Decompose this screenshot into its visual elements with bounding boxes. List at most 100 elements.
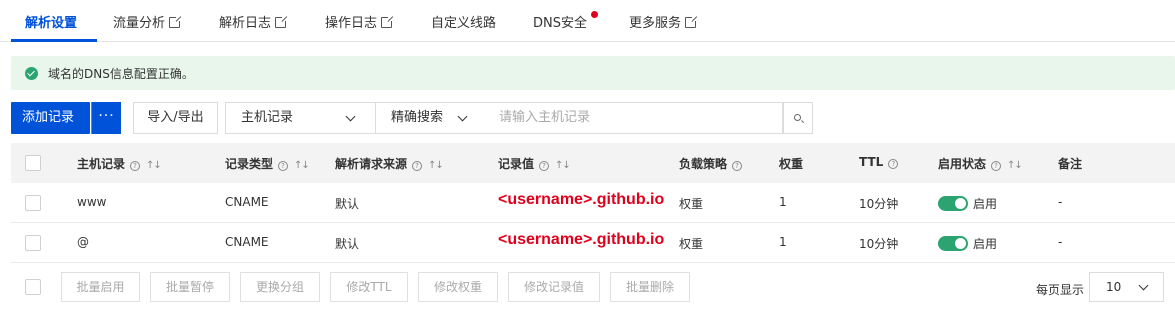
external-link-icon [381,15,395,28]
status-toggle[interactable] [938,236,968,251]
column-label: 备注 [1058,157,1083,171]
host-cell: www [77,195,107,209]
add-record-button[interactable]: 添加记录 [11,102,90,134]
modify-weight-button[interactable]: 修改权重 [418,272,498,302]
column-label: 记录类型 [225,157,274,171]
modify-ttl-button[interactable]: 修改TTL [330,272,408,302]
column-label: TTL [859,155,884,169]
match-mode-select[interactable]: 精确搜索 [375,102,486,134]
column-ttl: TTL? [859,155,899,169]
tab-dns-security[interactable]: DNS安全 [533,12,587,42]
note-cell: - [1058,235,1063,249]
footer-select-all-checkbox[interactable] [25,279,41,295]
sort-icon[interactable]: ↑↓ [1007,160,1023,171]
ttl-cell: 10分钟 [859,197,899,211]
column-strategy: 负载策略? [679,155,743,172]
active-tab-indicator [11,39,97,42]
notification-dot [591,11,598,18]
search-field-select[interactable]: 主机记录 [225,102,376,134]
check-circle-icon [25,67,38,80]
help-icon[interactable]: ? [732,161,743,171]
row-checkbox[interactable] [25,195,41,211]
search-icon [794,114,801,121]
tab-label: 流量分析 [113,16,166,31]
table-header: 主机记录? ↑↓ 记录类型? ↑↓ 解析请求来源? ↑↓ 记录值? ↑↓ 负载策略? 权… [11,143,1175,183]
type-cell: CNAME [225,195,269,209]
banner-message: 域名的DNS信息配置正确。 [48,67,194,81]
column-label: 负载策略 [679,157,728,171]
chevron-down-icon [457,111,468,122]
source-cell: 默认 [335,237,360,251]
note-cell: - [1058,195,1063,209]
help-icon[interactable]: ? [991,161,1002,171]
column-label: 主机记录 [77,157,126,171]
status-toggle[interactable] [938,196,968,211]
column-type[interactable]: 记录类型? ↑↓ [225,155,310,172]
column-host[interactable]: 主机记录? ↑↓ [77,155,162,172]
table-row: www CNAME 默认 <username>.github.io 权重 1 1… [11,183,1175,223]
help-icon[interactable]: ? [130,161,141,171]
tab-operation-logs[interactable]: 操作日志 [325,12,395,42]
external-link-icon [275,15,289,28]
more-actions-button[interactable]: ··· [91,102,121,134]
weight-cell: 1 [779,195,787,209]
ttl-cell: 10分钟 [859,237,899,251]
tab-more-services[interactable]: 更多服务 [629,12,699,42]
column-weight: 权重 [779,155,803,172]
help-icon[interactable]: ? [888,159,899,169]
column-label: 启用状态 [938,157,987,171]
tab-label: 操作日志 [325,16,378,31]
column-value[interactable]: 记录值? ↑↓ [498,155,571,172]
sort-icon[interactable]: ↑↓ [146,160,162,171]
column-status[interactable]: 启用状态? ↑↓ [938,155,1023,172]
weight-cell: 1 [779,235,787,249]
import-export-button[interactable]: 导入/导出 [133,102,218,134]
source-cell: 默认 [335,197,360,211]
tab-label: 更多服务 [629,16,682,31]
page-size-select[interactable]: 10 [1089,272,1164,302]
help-icon[interactable]: ? [412,161,423,171]
success-banner: 域名的DNS信息配置正确。 [11,56,1175,90]
chevron-down-icon [1138,280,1149,291]
sort-icon[interactable]: ↑↓ [428,160,444,171]
column-source[interactable]: 解析请求来源? ↑↓ [335,155,444,172]
select-all-checkbox[interactable] [25,155,41,171]
sort-icon[interactable]: ↑↓ [555,160,571,171]
tab-label: 自定义线路 [431,16,497,31]
strategy-cell: 权重 [679,197,704,211]
batch-enable-button[interactable]: 批量启用 [61,272,140,302]
value-cell: <username>.github.io [498,191,665,208]
change-group-button[interactable]: 更换分组 [240,272,320,302]
batch-delete-button[interactable]: 批量删除 [610,272,690,302]
tab-traffic-analysis[interactable]: 流量分析 [113,12,183,42]
host-cell: @ [77,235,89,249]
tab-dns-settings[interactable]: 解析设置 [25,12,77,42]
search-input[interactable]: 请输入主机记录 [485,102,783,134]
page-size-label: 每页显示 [1036,283,1085,297]
row-checkbox[interactable] [25,235,41,251]
match-mode-value: 精确搜索 [391,110,444,125]
column-label: 解析请求来源 [335,157,408,171]
tab-label: 解析日志 [219,16,272,31]
tab-resolve-logs[interactable]: 解析日志 [219,12,289,42]
help-icon[interactable]: ? [539,161,550,171]
batch-pause-button[interactable]: 批量暂停 [150,272,230,302]
search-button[interactable] [783,102,813,134]
modify-value-button[interactable]: 修改记录值 [508,272,600,302]
type-cell: CNAME [225,235,269,249]
external-link-icon [685,15,699,28]
column-note: 备注 [1058,155,1082,172]
status-label: 启用 [973,197,998,211]
search-field-value: 主机记录 [241,110,294,125]
page-size-value: 10 [1106,280,1122,294]
status-label: 启用 [973,237,998,251]
tab-label: DNS安全 [533,16,587,31]
table-row: @ CNAME 默认 <username>.github.io 权重 1 10分… [11,223,1175,263]
strategy-cell: 权重 [679,237,704,251]
chevron-down-icon [345,111,356,122]
help-icon[interactable]: ? [278,161,289,171]
column-label: 权重 [779,157,804,171]
tab-custom-routes[interactable]: 自定义线路 [431,12,496,42]
external-link-icon [169,15,183,28]
sort-icon[interactable]: ↑↓ [294,160,310,171]
